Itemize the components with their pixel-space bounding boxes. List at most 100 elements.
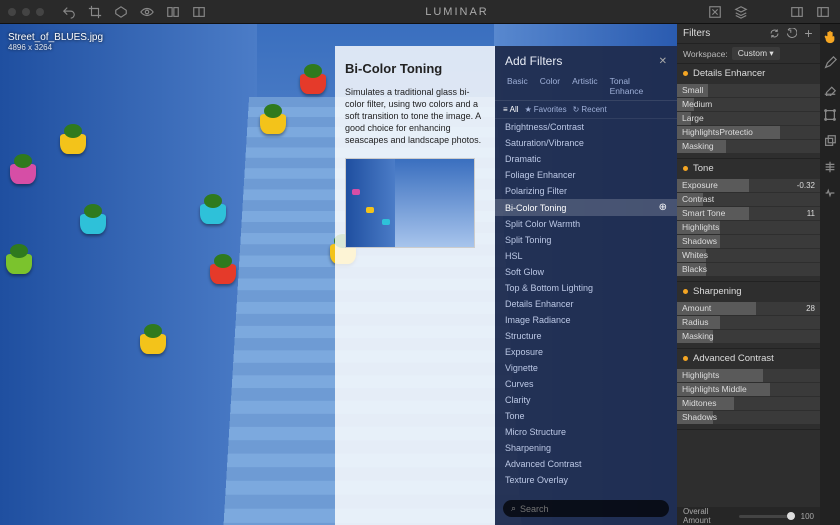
toolbar-left — [52, 5, 216, 19]
slider-row[interactable]: Medium — [677, 98, 820, 111]
slider-row[interactable]: Highlights Middle — [677, 383, 820, 396]
add-icon[interactable]: ⊕ — [659, 202, 667, 213]
tool-strip — [820, 24, 840, 525]
slider-row[interactable]: Exposure-0.32 — [677, 179, 820, 192]
slider-row[interactable]: Blacks — [677, 263, 820, 276]
filter-item[interactable]: Split Color Warmth — [495, 216, 677, 232]
filter-search[interactable]: ⌕ — [503, 500, 669, 517]
zoom-fit-icon[interactable] — [708, 5, 722, 19]
minimize-window[interactable] — [22, 8, 30, 16]
undo-icon[interactable] — [62, 5, 76, 19]
slider-row[interactable]: Shadows — [677, 411, 820, 424]
filter-item[interactable]: Top & Bottom Lighting — [495, 280, 677, 296]
filter-item[interactable]: Image Radiance — [495, 312, 677, 328]
slider-row[interactable]: Whites — [677, 249, 820, 262]
eye-icon[interactable] — [140, 5, 154, 19]
filter-item[interactable]: Dramatic — [495, 151, 677, 167]
filter-group-header[interactable]: Advanced Contrast — [677, 349, 820, 368]
overall-amount-label: Overall Amount — [683, 507, 733, 525]
filter-search-input[interactable] — [520, 504, 661, 514]
category-tab-basic[interactable]: Basic — [501, 72, 534, 100]
erase-tool-icon[interactable] — [823, 82, 837, 96]
filter-item[interactable]: Exposure — [495, 344, 677, 360]
filter-list[interactable]: Brightness/ContrastSaturation/VibranceDr… — [495, 119, 677, 496]
subtab-recent[interactable]: ↻ Recent — [573, 105, 607, 114]
slider-row[interactable]: Midtones — [677, 397, 820, 410]
clone-tool-icon[interactable] — [823, 134, 837, 148]
filter-group: ToneExposure-0.32ContrastSmart Tone11Hig… — [677, 159, 820, 282]
denoise-tool-icon[interactable] — [823, 186, 837, 200]
filter-group-header[interactable]: Details Enhancer — [677, 64, 820, 83]
filter-item[interactable]: Vignette — [495, 360, 677, 376]
filter-item[interactable]: Sharpening — [495, 440, 677, 456]
filter-item[interactable]: Brightness/Contrast — [495, 119, 677, 135]
transform-icon[interactable] — [114, 5, 128, 19]
crop-tool-icon[interactable] — [823, 108, 837, 122]
brush-tool-icon[interactable] — [823, 56, 837, 70]
slider-row[interactable]: Masking — [677, 330, 820, 343]
compare-icon[interactable] — [166, 5, 180, 19]
slider-row[interactable]: Contrast — [677, 193, 820, 206]
close-window[interactable] — [8, 8, 16, 16]
slider-row[interactable]: HighlightsProtectio — [677, 126, 820, 139]
before-after-icon[interactable] — [192, 5, 206, 19]
slider-row[interactable]: Amount28 — [677, 302, 820, 315]
filter-item[interactable]: Polarizing Filter — [495, 183, 677, 199]
filter-group: Advanced ContrastHighlightsHighlights Mi… — [677, 349, 820, 430]
filter-item[interactable]: Saturation/Vibrance — [495, 135, 677, 151]
sidebar-toggle-icon[interactable] — [816, 5, 830, 19]
filter-item[interactable]: Micro Structure — [495, 424, 677, 440]
filter-item[interactable]: Split Toning — [495, 232, 677, 248]
file-name: Street_of_BLUES.jpg — [8, 32, 103, 43]
slider-row[interactable]: Highlights — [677, 369, 820, 382]
category-tab-color[interactable]: Color — [534, 72, 566, 100]
filter-group: Details EnhancerSmallMediumLargeHighligh… — [677, 64, 820, 159]
close-icon[interactable]: ✕ — [659, 56, 667, 67]
filter-group-header[interactable]: Tone — [677, 159, 820, 178]
filter-item[interactable]: Tone — [495, 408, 677, 424]
flower-pot — [300, 74, 326, 94]
flower-pot — [80, 214, 106, 234]
window-controls[interactable] — [0, 8, 52, 16]
panel-toggle-icon[interactable] — [790, 5, 804, 19]
overall-amount-slider[interactable] — [739, 515, 794, 518]
add-filters-panel: Add Filters ✕ BasicColorArtisticTonal En… — [495, 46, 677, 525]
slider-row[interactable]: Small — [677, 84, 820, 97]
category-tab-artistic[interactable]: Artistic — [566, 72, 604, 100]
filter-item[interactable]: Advanced Contrast — [495, 456, 677, 472]
slider-row[interactable]: Smart Tone11 — [677, 207, 820, 220]
sync-icon[interactable] — [769, 28, 780, 39]
filter-item[interactable]: Clarity — [495, 392, 677, 408]
crop-icon[interactable] — [88, 5, 102, 19]
filter-description-panel: Bi-Color Toning Simulates a traditional … — [335, 46, 495, 525]
add-filter-icon[interactable] — [803, 28, 814, 39]
file-dimensions: 4896 x 3264 — [8, 43, 103, 52]
search-icon: ⌕ — [511, 503, 516, 514]
filter-item[interactable]: Foliage Enhancer — [495, 167, 677, 183]
subtab-favorites[interactable]: ★ Favorites — [525, 105, 567, 114]
slider-row[interactable]: Shadows — [677, 235, 820, 248]
filter-item[interactable]: Structure — [495, 328, 677, 344]
category-tab-tonal-enhance[interactable]: Tonal Enhance — [604, 72, 671, 100]
slider-row[interactable]: Highlights — [677, 221, 820, 234]
workspace-selector[interactable]: Custom ▾ — [732, 47, 780, 60]
filter-group-header[interactable]: Sharpening — [677, 282, 820, 301]
filter-item[interactable]: Texture Overlay — [495, 472, 677, 488]
slider-row[interactable]: Masking — [677, 140, 820, 153]
slider-row[interactable]: Radius — [677, 316, 820, 329]
app-title: LUMINAR — [216, 6, 698, 18]
slider-row[interactable]: Large — [677, 112, 820, 125]
image-canvas[interactable]: Street_of_BLUES.jpg 4896 x 3264 Bi-Color… — [0, 24, 677, 525]
subtab-all[interactable]: ≡ All — [503, 105, 519, 114]
filter-item[interactable]: Details Enhancer — [495, 296, 677, 312]
layers-icon[interactable] — [734, 5, 748, 19]
filter-item[interactable]: HSL — [495, 248, 677, 264]
filter-item[interactable]: Bi-Color Toning⊕ — [495, 199, 677, 216]
toolbar-right — [698, 5, 840, 19]
gradient-tool-icon[interactable] — [823, 160, 837, 174]
zoom-window[interactable] — [36, 8, 44, 16]
reset-icon[interactable] — [786, 28, 797, 39]
hand-tool-icon[interactable] — [823, 30, 837, 44]
filter-item[interactable]: Curves — [495, 376, 677, 392]
filter-item[interactable]: Soft Glow — [495, 264, 677, 280]
